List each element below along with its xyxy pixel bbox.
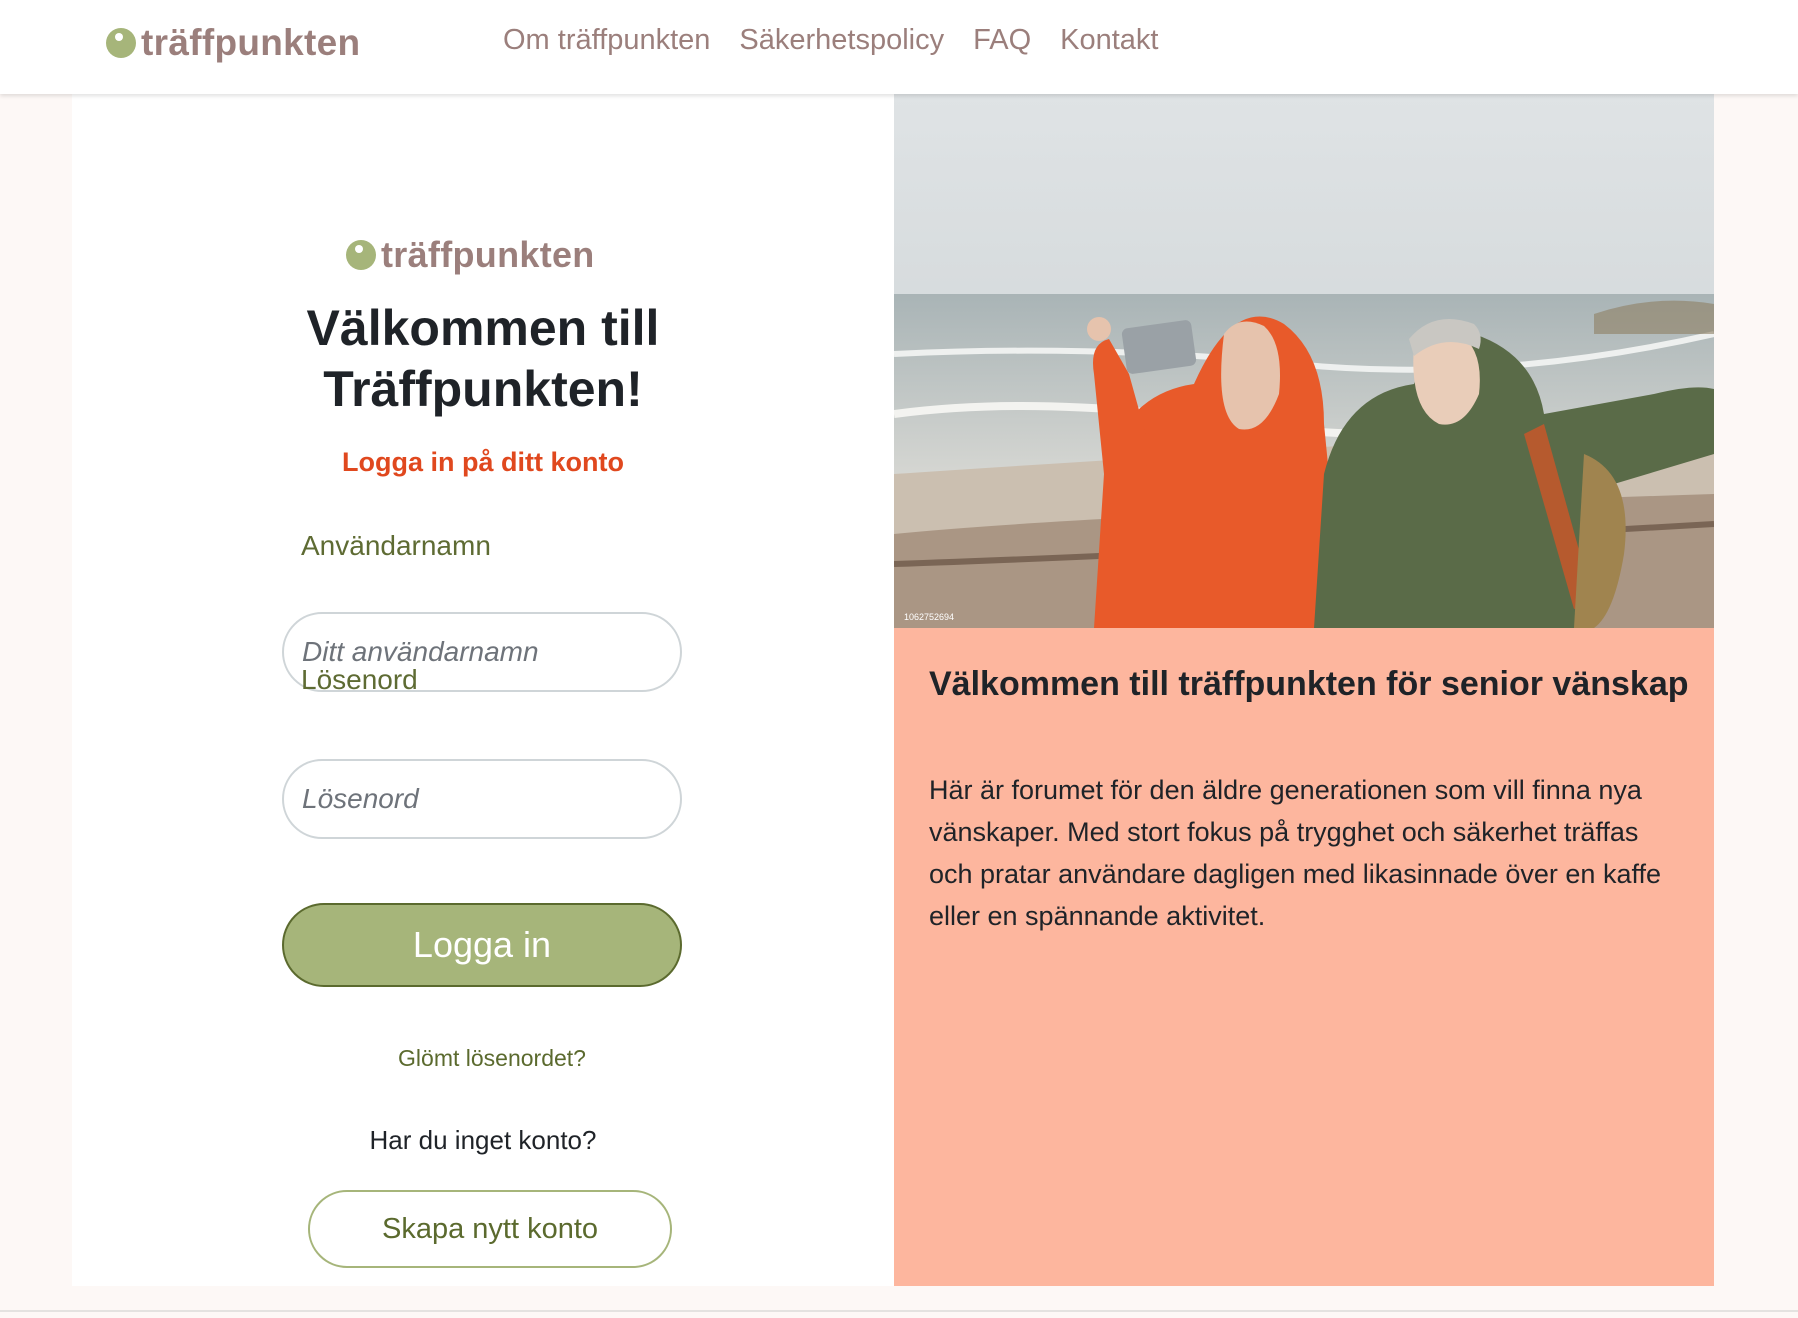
nav-link-contact[interactable]: Kontakt <box>1060 24 1158 57</box>
password-input[interactable] <box>282 759 682 839</box>
info-card: Välkommen till träffpunkten för senior v… <box>894 628 1714 1286</box>
password-label: Lösenord <box>301 664 418 695</box>
login-panel: träffpunkten Välkommen till Träffpunkten… <box>72 94 894 1286</box>
nav-link-faq[interactable]: FAQ <box>973 24 1031 57</box>
logo-dot-icon <box>106 28 136 58</box>
nav-link-security-policy[interactable]: Säkerhetspolicy <box>739 24 944 57</box>
welcome-line-1: Välkommen till <box>306 300 660 356</box>
welcome-heading: Välkommen till Träffpunkten! <box>72 298 894 420</box>
login-subtitle: Logga in på ditt konto <box>342 447 624 477</box>
no-account-text: Har du inget konto? <box>369 1125 597 1155</box>
main-nav: Om träffpunkten Säkerhetspolicy FAQ Kont… <box>503 24 1187 57</box>
welcome-line-2: Träffpunkten! <box>323 361 643 417</box>
login-logo: träffpunkten <box>346 234 595 276</box>
photo-stock-id: 1062752694 <box>904 612 954 622</box>
login-button[interactable]: Logga in <box>282 903 682 987</box>
create-account-button[interactable]: Skapa nytt konto <box>308 1190 672 1268</box>
seniors-beach-selfie-image: 1062752694 <box>894 94 1714 628</box>
hero-photo: 1062752694 <box>894 94 1714 628</box>
footer-divider <box>0 1310 1798 1312</box>
logo-text: träffpunkten <box>381 234 595 275</box>
info-title: Välkommen till träffpunkten för senior v… <box>929 665 1689 703</box>
username-label: Användarnamn <box>301 530 491 561</box>
logo-dot-icon <box>346 240 376 270</box>
top-navigation-bar: träffpunkten Om träffpunkten Säkerhetspo… <box>0 0 1798 94</box>
logo-text: träffpunkten <box>141 22 361 63</box>
forgot-password-link[interactable]: Glömt lösenordet? <box>72 1045 912 1072</box>
nav-link-about[interactable]: Om träffpunkten <box>503 24 710 57</box>
header-logo[interactable]: träffpunkten <box>106 22 360 64</box>
info-body: Här är forumet för den äldre generatione… <box>929 775 1661 931</box>
